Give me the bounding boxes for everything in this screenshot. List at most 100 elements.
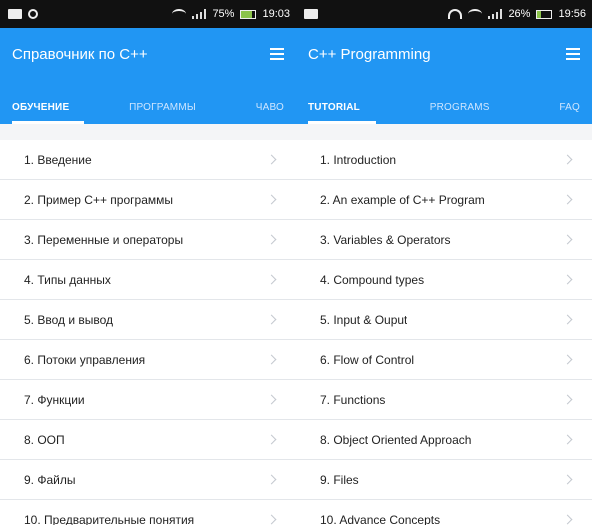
active-tab-indicator (308, 121, 376, 124)
image-icon (8, 9, 22, 19)
item-label: 2. An example of C++ Program (320, 192, 485, 207)
tab-tutorial[interactable]: TUTORIAL (308, 102, 360, 113)
chevron-right-icon (268, 196, 276, 204)
list-item[interactable]: 1. Introduction (296, 140, 592, 180)
circle-icon (28, 9, 38, 19)
item-label: 10. Предварительные понятия (24, 512, 195, 525)
list-item[interactable]: 5. Input & Ouput (296, 300, 592, 340)
active-tab-indicator (12, 121, 84, 124)
list-item[interactable]: 10. Предварительные понятия (0, 500, 296, 525)
tab-bar: TUTORIAL PROGRAMS FAQ (296, 90, 592, 124)
item-label: 5. Ввод и вывод (24, 312, 114, 327)
item-label: 7. Функции (24, 392, 85, 407)
status-right: 26% 19:56 (448, 8, 586, 20)
headset-icon (448, 9, 463, 19)
tab-tutorial[interactable]: ОБУЧЕНИЕ (12, 102, 69, 113)
chevron-right-icon (564, 316, 572, 324)
item-label: 2. Пример C++ программы (24, 192, 173, 207)
chevron-right-icon (564, 396, 572, 404)
wifi-icon (172, 9, 187, 19)
item-label: 9. Files (320, 472, 359, 487)
menu-icon[interactable] (566, 48, 580, 60)
item-label: 9. Файлы (24, 472, 76, 487)
clock: 19:56 (558, 8, 586, 20)
list-item[interactable]: 4. Типы данных (0, 260, 296, 300)
app-title: Справочник по C++ (12, 46, 148, 63)
chevron-right-icon (268, 516, 276, 524)
list-item[interactable]: 9. Файлы (0, 460, 296, 500)
app-bar: C++ Programming (296, 28, 592, 90)
chevron-right-icon (268, 436, 276, 444)
image-icon (304, 9, 318, 19)
list-item[interactable]: 6. Потоки управления (0, 340, 296, 380)
list-item[interactable]: 4. Compound types (296, 260, 592, 300)
chevron-right-icon (268, 316, 276, 324)
chevron-right-icon (268, 356, 276, 364)
topic-list: 1. Введение 2. Пример C++ программы 3. П… (0, 124, 296, 525)
item-label: 3. Variables & Operators (320, 232, 451, 247)
tab-programs[interactable]: ПРОГРАММЫ (129, 102, 196, 113)
app-title: C++ Programming (308, 46, 431, 63)
chevron-right-icon (564, 156, 572, 164)
list-item[interactable]: 10. Advance Concepts (296, 500, 592, 525)
item-label: 6. Flow of Control (320, 352, 415, 367)
tab-faq[interactable]: FAQ (559, 102, 580, 113)
list-item[interactable]: 7. Функции (0, 380, 296, 420)
list-item[interactable]: 2. An example of C++ Program (296, 180, 592, 220)
battery-percent: 26% (508, 8, 531, 20)
chevron-right-icon (564, 196, 572, 204)
wifi-icon (468, 9, 483, 19)
status-left-icons (8, 9, 38, 19)
signal-icon (192, 9, 207, 19)
status-bar: 75% 19:03 (0, 0, 296, 28)
chevron-right-icon (268, 396, 276, 404)
battery-fill (241, 10, 252, 18)
item-label: 4. Типы данных (24, 272, 111, 287)
item-label: 1. Introduction (320, 152, 397, 167)
chevron-right-icon (564, 356, 572, 364)
list-item[interactable]: 6. Flow of Control (296, 340, 592, 380)
list-item[interactable]: 1. Введение (0, 140, 296, 180)
item-label: 8. Object Oriented Approach (320, 432, 472, 447)
status-bar: 26% 19:56 (296, 0, 592, 28)
chevron-right-icon (564, 276, 572, 284)
comparison-screens: 75% 19:03 Справочник по C++ ОБУЧЕНИЕ ПРО… (0, 0, 592, 525)
topic-list: 1. Introduction 2. An example of C++ Pro… (296, 124, 592, 525)
tab-faq[interactable]: ЧАВО (256, 102, 284, 113)
battery-percent: 75% (212, 8, 235, 20)
item-label: 3. Переменные и операторы (24, 232, 184, 247)
signal-icon (488, 9, 503, 19)
tab-bar: ОБУЧЕНИЕ ПРОГРАММЫ ЧАВО (0, 90, 296, 124)
list-item[interactable]: 3. Переменные и операторы (0, 220, 296, 260)
phone-screen-russian: 75% 19:03 Справочник по C++ ОБУЧЕНИЕ ПРО… (0, 0, 296, 525)
item-label: 8. ООП (24, 432, 65, 447)
status-left-icons (304, 9, 318, 19)
battery-icon (240, 9, 257, 19)
battery-icon (536, 9, 553, 19)
chevron-right-icon (268, 276, 276, 284)
chevron-right-icon (268, 156, 276, 164)
status-right: 75% 19:03 (172, 8, 290, 20)
list-item[interactable]: 7. Functions (296, 380, 592, 420)
list-item[interactable]: 2. Пример C++ программы (0, 180, 296, 220)
tab-programs[interactable]: PROGRAMS (430, 102, 490, 113)
item-label: 6. Потоки управления (24, 352, 146, 367)
menu-icon[interactable] (270, 48, 284, 60)
item-label: 4. Compound types (320, 272, 425, 287)
list-item[interactable]: 3. Variables & Operators (296, 220, 592, 260)
list-item[interactable]: 8. ООП (0, 420, 296, 460)
battery-fill (537, 10, 542, 18)
chevron-right-icon (564, 236, 572, 244)
chevron-right-icon (268, 236, 276, 244)
item-label: 10. Advance Concepts (320, 512, 441, 525)
item-label: 7. Functions (320, 392, 386, 407)
list-item[interactable]: 9. Files (296, 460, 592, 500)
list-item[interactable]: 5. Ввод и вывод (0, 300, 296, 340)
chevron-right-icon (564, 516, 572, 524)
clock: 19:03 (262, 8, 290, 20)
item-label: 5. Input & Ouput (320, 312, 408, 327)
phone-screen-english: 26% 19:56 C++ Programming TUTORIAL PROGR… (296, 0, 592, 525)
app-bar: Справочник по C++ (0, 28, 296, 90)
list-item[interactable]: 8. Object Oriented Approach (296, 420, 592, 460)
chevron-right-icon (564, 436, 572, 444)
